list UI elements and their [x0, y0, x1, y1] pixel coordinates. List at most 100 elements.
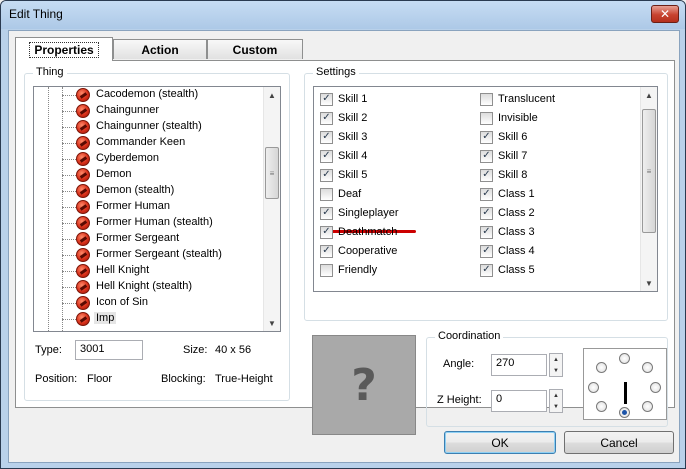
angle-radio-270[interactable] — [619, 407, 630, 418]
thing-list-item[interactable]: Hell Knight — [34, 263, 264, 279]
checkmark-icon[interactable]: ✓ — [320, 206, 333, 220]
tab-properties[interactable]: Properties — [15, 37, 113, 61]
thing-list-item[interactable]: Cyberdemon — [34, 151, 264, 167]
zheight-spinner[interactable]: ▲ ▼ — [549, 389, 563, 413]
checkbox-empty-icon[interactable] — [320, 263, 333, 277]
angle-radio-135[interactable] — [596, 362, 607, 373]
settings-scrollbar[interactable]: ▲ ≡ ▼ — [640, 87, 657, 291]
flag-checkbox[interactable]: ✓ Skill 2 — [320, 110, 367, 126]
checkmark-icon[interactable]: ✓ — [320, 92, 333, 106]
flag-checkbox[interactable]: ✓ Skill 6 — [480, 129, 527, 145]
thing-list-item[interactable]: Icon of Sin — [34, 295, 264, 311]
flag-checkbox[interactable]: Deaf — [320, 186, 361, 202]
thing-list-scrollbar[interactable]: ▲ ≡ ▼ — [263, 87, 280, 331]
checkmark-icon[interactable]: ✓ — [480, 225, 493, 239]
angle-radio-90[interactable] — [619, 353, 630, 364]
thing-list-item[interactable]: Demon — [34, 167, 264, 183]
thing-list-item[interactable]: Chaingunner (stealth) — [34, 119, 264, 135]
checkmark-icon[interactable]: ✓ — [480, 168, 493, 182]
zheight-input[interactable]: 0 — [491, 390, 547, 412]
flag-checkbox-label: Skill 8 — [498, 169, 528, 181]
spin-up-icon[interactable]: ▲ — [550, 390, 562, 401]
ok-button[interactable]: OK — [444, 431, 556, 454]
checkbox-empty-icon[interactable] — [480, 111, 493, 125]
spin-up-icon[interactable]: ▲ — [550, 354, 562, 365]
thing-list-item[interactable]: Chaingunner — [34, 103, 264, 119]
angle-radio-180[interactable] — [588, 382, 599, 393]
flag-checkbox[interactable]: ✓ Skill 7 — [480, 148, 527, 164]
angle-spinner[interactable]: ▲ ▼ — [549, 353, 563, 377]
angle-radio-315[interactable] — [642, 401, 653, 412]
angle-radio-45[interactable] — [642, 362, 653, 373]
tree-connector — [62, 239, 76, 240]
type-input[interactable]: 3001 — [75, 340, 143, 360]
monster-icon — [76, 104, 90, 118]
thing-list-item[interactable]: Hell Knight (stealth) — [34, 279, 264, 295]
flag-checkbox[interactable]: ✓ Class 4 — [480, 243, 535, 259]
scroll-up-icon[interactable]: ▲ — [641, 87, 657, 103]
flag-checkbox[interactable]: Friendly — [320, 262, 377, 278]
angle-radio-0[interactable] — [650, 382, 661, 393]
title-bar[interactable]: Edit Thing ✕ — [1, 1, 685, 29]
scroll-up-icon[interactable]: ▲ — [264, 87, 280, 103]
thing-list-item[interactable]: Former Human (stealth) — [34, 215, 264, 231]
tab-action[interactable]: Action — [113, 39, 207, 59]
thing-list-item[interactable]: Former Sergeant — [34, 231, 264, 247]
close-button[interactable]: ✕ — [651, 5, 679, 23]
angle-label: Angle: — [443, 358, 475, 370]
flag-checkbox[interactable]: ✓ Skill 3 — [320, 129, 367, 145]
spin-down-icon[interactable]: ▼ — [550, 401, 562, 412]
flag-checkbox-label: Skill 5 — [338, 169, 368, 181]
scroll-down-icon[interactable]: ▼ — [641, 275, 657, 291]
angle-input[interactable]: 270 — [491, 354, 547, 376]
cancel-button[interactable]: Cancel — [564, 431, 674, 454]
flag-checkbox[interactable]: ✓ Class 2 — [480, 205, 535, 221]
tree-connector — [62, 111, 76, 112]
checkmark-icon[interactable]: ✓ — [320, 130, 333, 144]
flag-checkbox[interactable]: Invisible — [480, 110, 538, 126]
checkbox-empty-icon[interactable] — [480, 92, 493, 106]
flag-checkbox[interactable]: ✓ Skill 4 — [320, 148, 367, 164]
size-label: Size: — [183, 344, 208, 356]
checkmark-icon[interactable]: ✓ — [480, 149, 493, 163]
flag-checkbox[interactable]: ✓ Class 5 — [480, 262, 535, 278]
thing-list-item[interactable]: Commander Keen — [34, 135, 264, 151]
scroll-down-icon[interactable]: ▼ — [264, 315, 280, 331]
checkmark-icon[interactable]: ✓ — [320, 111, 333, 125]
checkbox-empty-icon[interactable] — [320, 187, 333, 201]
flag-checkbox[interactable]: ✓ Skill 8 — [480, 167, 527, 183]
thing-list-item[interactable]: Cacodemon (stealth) — [34, 87, 264, 103]
angle-radio-225[interactable] — [596, 401, 607, 412]
thing-group-label: Thing — [33, 66, 67, 78]
checkmark-icon[interactable]: ✓ — [480, 206, 493, 220]
flag-checkbox[interactable]: ✓ Deathmatch — [320, 224, 397, 240]
checkmark-icon[interactable]: ✓ — [480, 187, 493, 201]
checkmark-icon[interactable]: ✓ — [320, 168, 333, 182]
flag-checkbox[interactable]: ✓ Class 1 — [480, 186, 535, 202]
flag-checkbox[interactable]: ✓ Cooperative — [320, 243, 397, 259]
settings-flags-list[interactable]: ✓ Skill 1 ✓ Skill 2 ✓ Skill 3 ✓ Skill 4 ✓ Skill 5… — [313, 86, 658, 292]
checkmark-icon[interactable]: ✓ — [480, 130, 493, 144]
thing-list-item-label: Icon of Sin — [96, 296, 148, 308]
thing-list-item[interactable]: Demon (stealth) — [34, 183, 264, 199]
checkmark-icon[interactable]: ✓ — [480, 244, 493, 258]
flag-checkbox[interactable]: ✓ Singleplayer — [320, 205, 399, 221]
flag-checkbox[interactable]: ✓ Class 3 — [480, 224, 535, 240]
thing-list-item[interactable]: Former Sergeant (stealth) — [34, 247, 264, 263]
checkmark-icon[interactable]: ✓ — [480, 263, 493, 277]
flag-checkbox[interactable]: Translucent — [480, 91, 555, 107]
scroll-thumb[interactable]: ≡ — [642, 109, 656, 233]
spin-down-icon[interactable]: ▼ — [550, 365, 562, 376]
thing-list-item[interactable]: Imp — [34, 311, 264, 327]
thing-tree-list[interactable]: Cacodemon (stealth) Chaingunner Chaingunne… — [33, 86, 281, 332]
angle-picker[interactable] — [583, 348, 667, 420]
checkmark-icon[interactable]: ✓ — [320, 149, 333, 163]
flag-checkbox[interactable]: ✓ Skill 5 — [320, 167, 367, 183]
thing-list-item-label: Chaingunner (stealth) — [96, 120, 202, 132]
thing-list-item[interactable]: Former Human — [34, 199, 264, 215]
checkmark-icon[interactable]: ✓ — [320, 225, 333, 239]
scroll-thumb[interactable]: ≡ — [265, 147, 279, 199]
checkmark-icon[interactable]: ✓ — [320, 244, 333, 258]
flag-checkbox[interactable]: ✓ Skill 1 — [320, 91, 367, 107]
tab-custom[interactable]: Custom — [207, 39, 303, 59]
